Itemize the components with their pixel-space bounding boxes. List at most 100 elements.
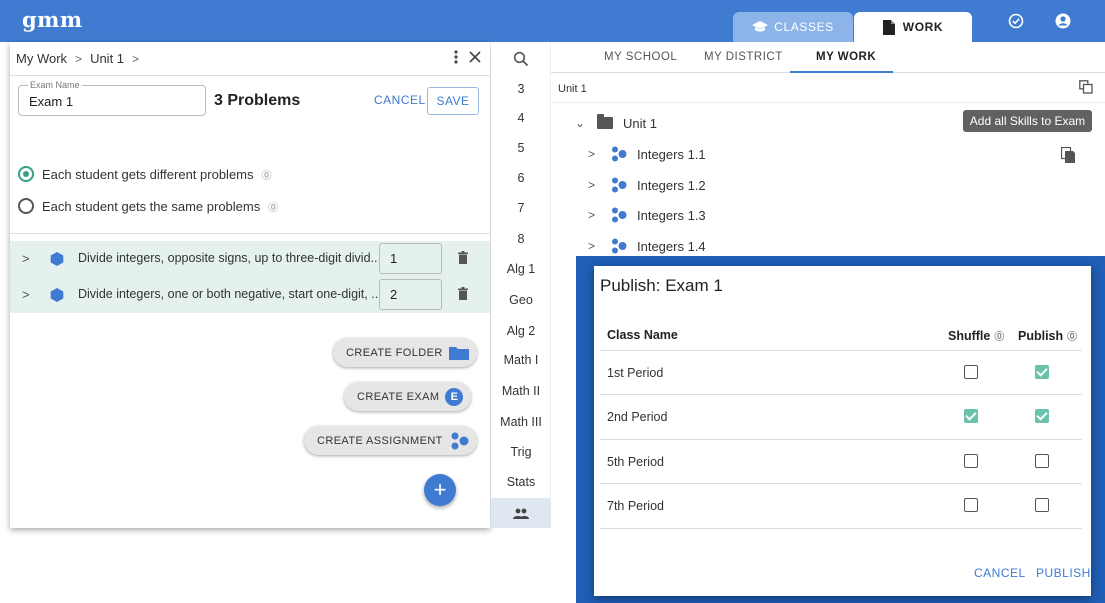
shuffle-checkbox[interactable] — [964, 454, 978, 468]
help-icon[interactable]: ⓪ — [262, 167, 272, 182]
help-icon[interactable]: ⓪ — [1067, 328, 1077, 343]
dialog-cancel-button[interactable]: CANCEL — [974, 566, 1026, 580]
tree-skill-row[interactable]: > Integers 1.4 — [588, 236, 706, 256]
tab-my-work[interactable]: MY WORK — [816, 51, 876, 63]
problem-text: Divide integers, opposite signs, up to t… — [78, 251, 378, 265]
skill-label: Integers 1.1 — [637, 146, 706, 162]
exam-name-label: Exam Name — [28, 80, 82, 90]
class-name: 5th Period — [607, 455, 664, 469]
create-exam-label: CREATE EXAM — [357, 390, 440, 403]
radio-unselected-icon[interactable] — [18, 198, 34, 214]
breadcrumb-my-work[interactable]: My Work — [16, 51, 67, 66]
divider — [600, 528, 1082, 529]
col-publish: Publish ⓪ — [1018, 328, 1077, 344]
copy-icon[interactable] — [1061, 147, 1075, 163]
chevron-right-icon[interactable]: > — [588, 208, 600, 222]
publish-checkbox[interactable] — [1035, 454, 1049, 468]
breadcrumb: My Work > Unit 1 > — [10, 42, 490, 76]
cancel-button[interactable]: CANCEL — [374, 93, 426, 107]
add-fab-button[interactable]: + — [424, 474, 456, 506]
publish-checkbox[interactable] — [1035, 409, 1049, 423]
tab-work[interactable]: WORK — [854, 12, 972, 42]
class-row: 1st Period — [600, 350, 1082, 394]
publish-dialog: Publish: Exam 1 Class Name Shuffle ⓪ Pub… — [594, 266, 1091, 596]
tab-my-district[interactable]: MY DISTRICT — [704, 51, 783, 63]
library-tabs: MY SCHOOL MY DISTRICT MY WORK — [551, 42, 1105, 73]
shuffle-checkbox[interactable] — [964, 409, 978, 423]
col-shuffle: Shuffle ⓪ — [948, 328, 1004, 344]
app-logo[interactable]: gmm — [22, 7, 83, 32]
problem-quantity-input[interactable]: 2 — [379, 279, 442, 310]
tree-folder-unit-1[interactable]: ⌄ Unit 1 — [575, 113, 657, 133]
shuffle-checkbox[interactable] — [964, 498, 978, 512]
publish-checkbox[interactable] — [1035, 498, 1049, 512]
grade-item-math-i[interactable]: Math I — [491, 353, 551, 367]
chevron-right-icon[interactable]: > — [22, 251, 30, 266]
radio-selected-icon[interactable] — [18, 166, 34, 182]
create-exam-button[interactable]: CREATE EXAM E — [344, 382, 472, 411]
breadcrumb-separator: > — [75, 51, 83, 66]
hexagon-skill-icon — [50, 252, 64, 266]
people-button[interactable] — [491, 498, 551, 528]
create-assignment-button[interactable]: CREATE ASSIGNMENT — [304, 426, 477, 455]
publish-checkbox[interactable] — [1035, 365, 1049, 379]
option-same-label: Each student gets the same problems — [42, 198, 261, 214]
grade-item-7[interactable]: 7 — [491, 201, 551, 215]
grade-item-trig[interactable]: Trig — [491, 445, 551, 459]
grade-item-6[interactable]: 6 — [491, 171, 551, 185]
chevron-right-icon[interactable]: > — [22, 287, 30, 302]
skills-cluster-icon — [612, 177, 627, 193]
library-panel: MY SCHOOL MY DISTRICT MY WORK Unit 1 ⌄ U… — [551, 42, 1105, 262]
chevron-down-icon[interactable]: ⌄ — [575, 116, 587, 130]
shuffle-checkbox[interactable] — [964, 365, 978, 379]
breadcrumb-unit-1[interactable]: Unit 1 — [90, 51, 124, 66]
dialog-publish-button[interactable]: PUBLISH — [1036, 566, 1091, 580]
account-icon[interactable] — [1055, 13, 1071, 29]
folder-icon — [448, 347, 469, 360]
breadcrumb-separator: > — [132, 51, 140, 66]
problem-quantity-input[interactable]: 1 — [379, 243, 442, 274]
tree-skill-row[interactable]: > Integers 1.1 — [588, 144, 706, 164]
tab-classes[interactable]: CLASSES — [733, 12, 853, 42]
folder-label: Unit 1 — [623, 115, 657, 131]
col-shuffle-label: Shuffle — [948, 328, 991, 343]
grade-item-stats[interactable]: Stats — [491, 475, 551, 489]
grade-item-geo[interactable]: Geo — [491, 293, 551, 307]
grade-item-8[interactable]: 8 — [491, 232, 551, 246]
tab-my-school[interactable]: MY SCHOOL — [604, 51, 677, 63]
search-icon[interactable] — [513, 51, 529, 67]
help-icon[interactable]: ⓪ — [994, 328, 1004, 343]
problem-row[interactable]: > Divide integers, one or both negative,… — [10, 277, 490, 313]
chevron-right-icon[interactable]: > — [588, 239, 600, 253]
chevron-right-icon[interactable]: > — [588, 147, 600, 161]
grade-item-3[interactable]: 3 — [491, 82, 551, 96]
grade-item-5[interactable]: 5 — [491, 141, 551, 155]
exam-name-field[interactable]: Exam Name Exam 1 — [18, 80, 206, 116]
help-icon[interactable]: ⓪ — [268, 199, 278, 214]
skill-label: Integers 1.2 — [637, 177, 706, 193]
option-same-problems[interactable]: Each student gets the same problems ⓪ — [18, 196, 278, 216]
delete-icon[interactable] — [458, 287, 468, 300]
chevron-right-icon[interactable]: > — [588, 178, 600, 192]
dialog-title: Publish: Exam 1 — [600, 276, 723, 295]
more-vert-icon[interactable] — [454, 50, 458, 64]
save-button[interactable]: SAVE — [427, 87, 479, 115]
tree-skill-row[interactable]: > Integers 1.3 — [588, 205, 706, 225]
grade-item-alg-2[interactable]: Alg 2 — [491, 324, 551, 338]
grade-item-math-iii[interactable]: Math III — [491, 415, 551, 429]
skills-cluster-icon — [612, 238, 627, 254]
check-circle-icon[interactable] — [1008, 13, 1024, 29]
close-icon[interactable] — [468, 50, 482, 64]
problem-row[interactable]: > Divide integers, opposite signs, up to… — [10, 241, 490, 277]
grade-item-math-ii[interactable]: Math II — [491, 384, 551, 398]
copy-all-icon[interactable] — [1079, 80, 1093, 94]
option-different-problems[interactable]: Each student gets different problems ⓪ — [18, 164, 272, 184]
grade-item-alg-1[interactable]: Alg 1 — [491, 262, 551, 276]
create-folder-label: CREATE FOLDER — [346, 346, 443, 359]
grade-item-4[interactable]: 4 — [491, 111, 551, 125]
exam-editor-panel: My Work > Unit 1 > Exam Name Exam 1 3 Pr… — [10, 42, 490, 528]
tree-skill-row[interactable]: > Integers 1.2 — [588, 175, 706, 195]
delete-icon[interactable] — [458, 251, 468, 264]
graduation-cap-icon — [752, 21, 769, 32]
create-folder-button[interactable]: CREATE FOLDER — [333, 338, 477, 367]
